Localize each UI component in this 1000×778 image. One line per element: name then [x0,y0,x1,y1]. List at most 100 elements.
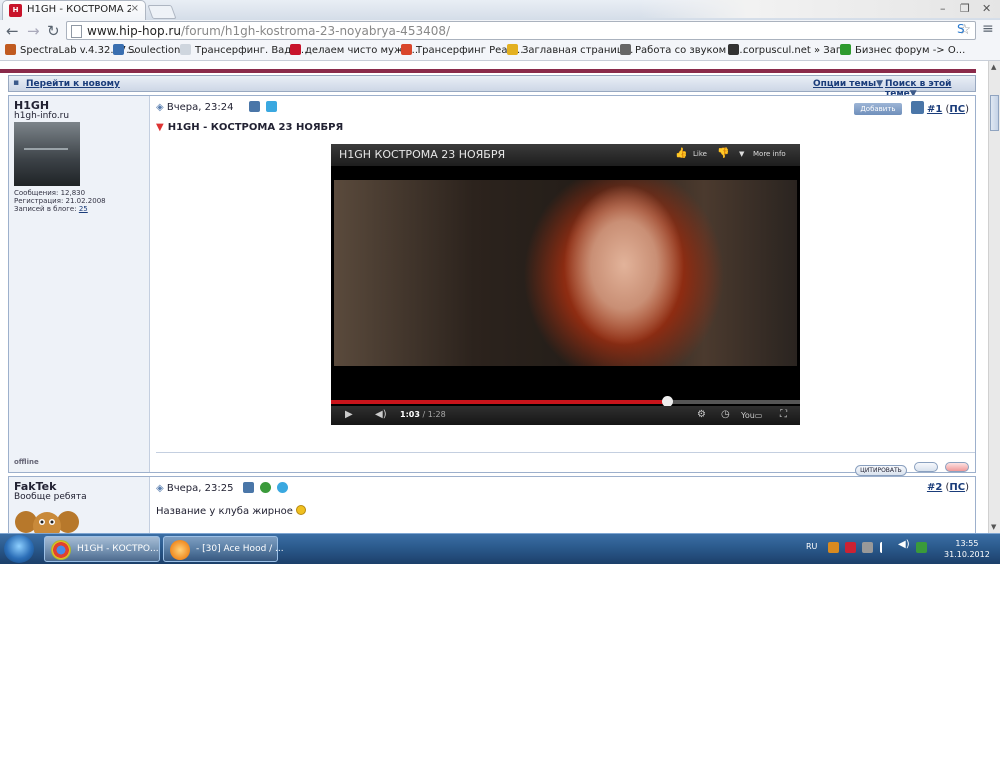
bookmark-icon [620,44,631,55]
page-scrollbar[interactable]: ▲ ▼ [988,61,1000,533]
blog-label: Записей в блоге: [14,205,77,213]
skype-extension-icon[interactable]: S [957,22,965,36]
forum-post: H1GH h1gh-info.ru Сообщения: 12,830 Реги… [8,95,976,476]
avatar[interactable] [14,122,80,186]
bookmark-item[interactable]: Трансерфинг Реал... [401,44,523,56]
post-author-panel: FakTek Вообще ребята [9,477,150,533]
post-footer-actions: ЦИТИРОВАТЬ [853,457,969,476]
maximize-button[interactable]: ❐ [960,2,970,15]
fullscreen-icon[interactable]: ⛶ [780,409,787,420]
add-button[interactable]: Добавить [854,103,902,115]
vk-icon[interactable] [248,101,260,112]
volume-icon[interactable]: ◀) [375,409,387,420]
thread-options-link[interactable]: Опции темы▼ [813,79,883,89]
post-number-link[interactable]: #2 [927,482,942,493]
more-info-label[interactable]: More info [753,150,786,158]
bookmark-item[interactable]: Заглавная страниц... [507,44,633,56]
update-icon[interactable] [916,542,927,553]
new-tab-button[interactable] [147,5,177,19]
start-button[interactable] [4,535,34,563]
bookmark-icon [728,44,739,55]
avatar[interactable] [14,504,80,533]
video-frame[interactable] [334,180,797,366]
url-text: www.hip-hop.ru/forum/h1gh-kostroma-23-no… [87,24,450,38]
bookmark-item[interactable]: Бизнес форум -> О... [840,44,965,56]
like-label[interactable]: Like [693,150,707,158]
skype-icon[interactable] [277,482,289,493]
bookmark-item[interactable]: Трансерфинг. Вади... [180,44,307,56]
scrollbar-thumb[interactable] [990,95,999,131]
bookmark-icon [180,44,191,55]
bookmark-icon [507,44,518,55]
volume-tray-icon[interactable]: ◀) [898,539,910,550]
arrow-icon: ▪ [13,78,20,88]
vk-icon[interactable] [242,482,254,493]
bookmark-icon [290,44,301,55]
scroll-up-icon[interactable]: ▲ [991,63,996,71]
bookmark-label: Заглавная страниц... [522,45,634,56]
bookmark-item[interactable]: Soulection [113,44,180,56]
address-bar[interactable]: www.hip-hop.ru/forum/h1gh-kostroma-23-no… [66,21,976,40]
thumbs-up-icon[interactable]: 👍 [675,148,687,159]
bookmark-icon [113,44,124,55]
browser-tab[interactable]: H H1GH - КОСТРОМА 23 Н × [2,0,146,20]
reload-icon[interactable]: ↻ [47,22,60,40]
post-icon: ◈ [156,102,164,113]
url-path: /forum/h1gh-kostroma-23-noyabrya-453408/ [180,24,451,38]
settings-gear-icon[interactable]: ⚙ [697,409,706,420]
video-title[interactable]: H1GH КОСТРОМА 23 НОЯБРЯ [339,148,505,161]
post-number-link[interactable]: #1 [927,104,942,115]
video-player[interactable]: H1GH КОСТРОМА 23 НОЯБРЯ 👍 Like 👎 ▼ More … [331,144,800,425]
window-frame [640,0,1000,18]
post-meta: ◈ Вчера, 23:24 [156,101,277,113]
time-current: 1:03 [400,410,420,419]
twitter-icon[interactable] [265,101,277,112]
bookmark-label: Бизнес форум -> О... [855,45,966,56]
taskbar-item-player[interactable]: - [30] Ace Hood / ... [163,536,284,562]
menu-icon[interactable]: ≡ [982,21,994,37]
post-text: Название у клуба жирное [156,506,293,517]
language-indicator[interactable]: RU [806,542,817,551]
watch-later-icon[interactable]: ◷ [721,409,730,420]
author-blog: Записей в блоге: 25 [14,205,88,213]
multiquote-icon[interactable] [913,462,938,472]
pm-link[interactable]: ПС [949,104,965,115]
blog-count-link[interactable]: 25 [79,205,88,213]
report-icon[interactable] [945,462,969,472]
tray-app-icon[interactable] [862,542,873,553]
bookmark-item[interactable]: corpuscul.net » Зап... [728,44,852,56]
pm-link[interactable]: ПС [949,482,965,493]
tab-close-icon[interactable]: × [131,3,139,14]
more-info-arrow-icon: ▼ [739,150,745,158]
video-progress-bar[interactable] [331,396,800,407]
network-icon[interactable] [880,542,891,553]
flag-icon[interactable] [845,542,856,553]
system-clock[interactable]: 13:55 31.10.2012 [944,538,990,560]
clock-date: 31.10.2012 [944,550,990,559]
tray-app-icon[interactable] [828,542,839,553]
tab-title: H1GH - КОСТРОМА 23 Н [27,4,131,15]
bookmark-item[interactable]: Работа со звуком - ... [620,44,746,56]
youtube-logo-icon[interactable]: You▭ [741,411,762,420]
post-time: Вчера, 23:25 [166,483,234,494]
video-controls: ▶ ◀) 1:03 / 1:28 ⚙ ◷ You▭ ⛶ [331,406,800,425]
thread-toolbar: ▪ Перейти к новому Опции темы▼ Поиск в э… [8,75,976,99]
vk-icon[interactable] [910,101,924,114]
forward-arrow-icon[interactable]: → [27,22,40,40]
chevron-down-icon: ▼ [876,79,884,89]
goto-new-link[interactable]: Перейти к новому [26,79,120,89]
bookmark-icon [401,44,412,55]
bookmark-item[interactable]: делаем чисто мужс... [290,44,418,56]
player-icon [170,540,190,560]
clover-icon[interactable] [259,482,271,493]
taskbar-item-chrome[interactable]: H1GH - КОСТРО... [44,536,160,562]
thumbs-down-icon[interactable]: 👎 [717,148,729,159]
page-content: ▪ Перейти к новому Опции темы▼ Поиск в э… [0,61,988,533]
back-arrow-icon[interactable]: ← [6,22,19,40]
close-window-button[interactable]: ✕ [982,2,991,15]
quote-button[interactable]: ЦИТИРОВАТЬ [855,465,907,476]
post-body: Название у клуба жирное [156,505,307,517]
scroll-down-icon[interactable]: ▼ [991,523,996,531]
play-icon[interactable]: ▶ [345,409,353,420]
minimize-button[interactable]: – [940,2,946,15]
